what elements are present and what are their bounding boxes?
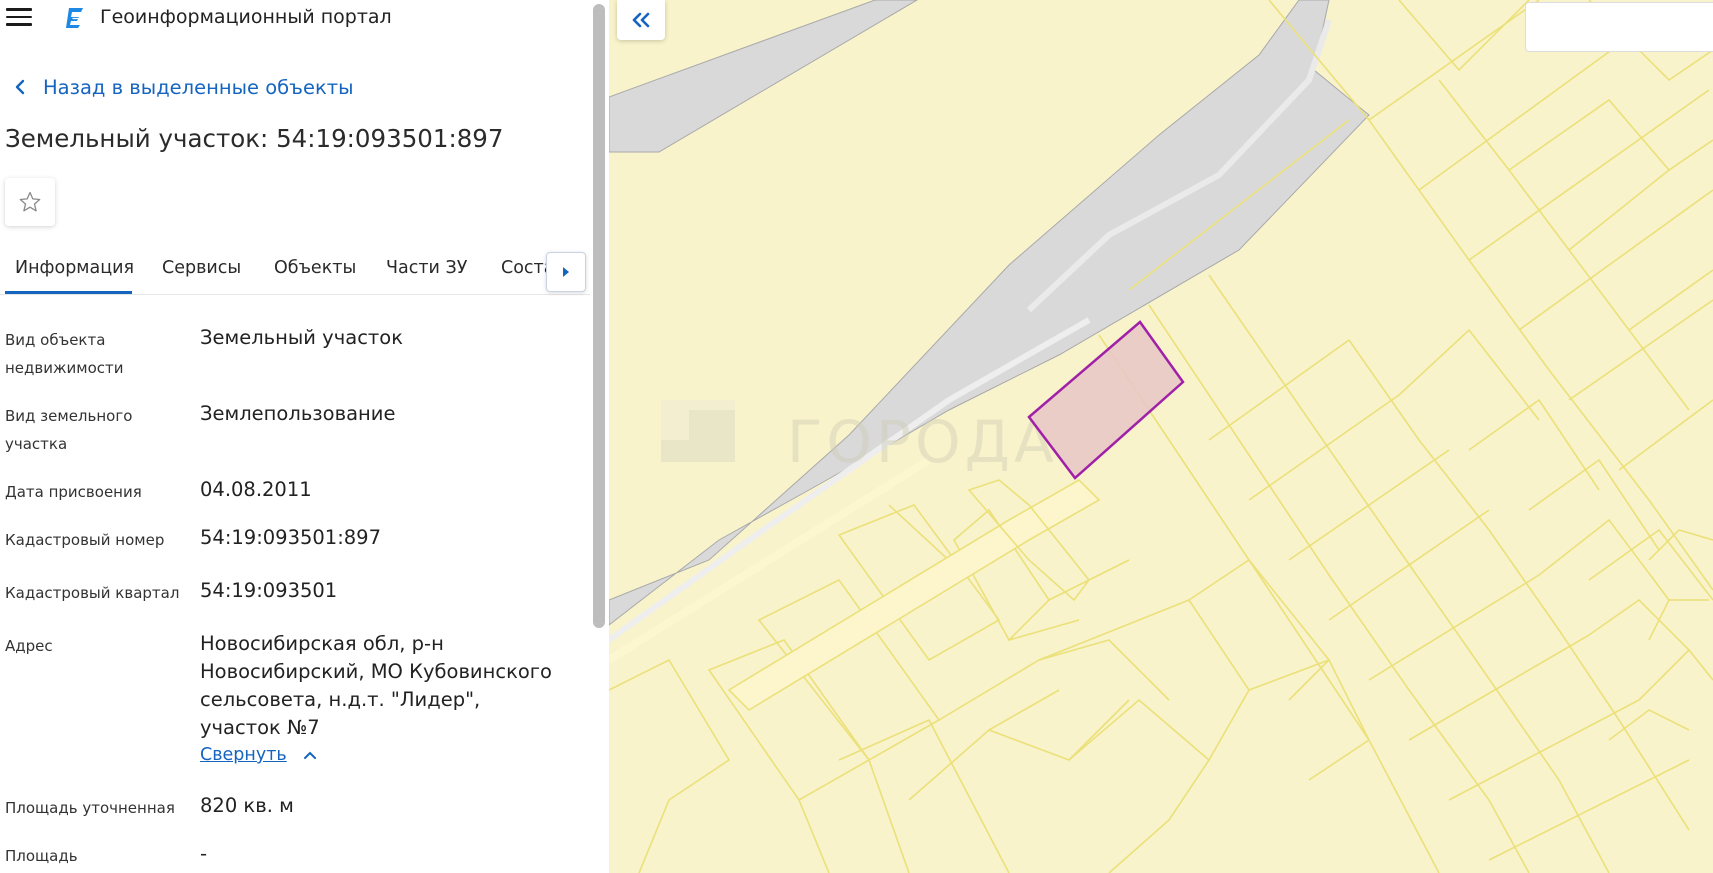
double-chevron-left-icon [632,12,650,28]
collapse-link-label: Свернуть [200,745,287,765]
collapse-link[interactable]: Свернуть [200,745,317,765]
tab-bar: Информация Сервисы Объекты Части ЗУ Сост… [0,248,590,295]
row-value-cadastral-quarter: 54:19:093501 [200,579,338,602]
row-label-assign-date: Дата присвоения [5,483,142,501]
back-link[interactable]: Назад в выделенные объекты [14,74,354,100]
tabs-scroll-right-button[interactable] [546,252,586,292]
tab-parts[interactable]: Части ЗУ [386,258,467,278]
row-label-cadastral-number: Кадастровый номер [5,531,165,549]
tab-objects[interactable]: Объекты [274,258,356,278]
star-icon [19,191,41,212]
chevron-up-icon [303,751,316,759]
row-value-land-type: Землепользование [200,402,396,425]
active-tab-indicator [5,291,132,294]
map-search-box[interactable] [1525,2,1713,52]
info-panel: Геоинформационный портал Назад в выделен… [0,0,609,873]
row-label-cadastral-quarter: Кадастровый квартал [5,584,180,602]
chevron-left-icon [15,79,25,95]
favorite-button[interactable] [5,178,55,226]
row-value-assign-date: 04.08.2011 [200,478,312,501]
row-label-land-type: Вид земельного участка [5,407,133,453]
row-value-cadastral-number: 54:19:093501:897 [200,526,381,549]
menu-icon[interactable] [6,8,32,28]
row-label-area: Площадь [5,847,78,865]
top-bar: Геоинформационный портал [0,0,590,36]
row-label-area-refined: Площадь уточненная [5,799,175,817]
portal-logo-icon [66,8,83,28]
row-value-object-type: Земельный участок [200,326,403,349]
app-title: Геоинформационный портал [100,6,392,28]
collapse-panel-button[interactable] [617,0,665,40]
watermark: ГОРОДА [661,400,1058,476]
parcel-boundaries [609,0,1713,873]
tab-information[interactable]: Информация [15,258,134,278]
back-link-label: Назад в выделенные объекты [43,75,354,99]
caret-right-icon [563,267,569,277]
watermark-text: ГОРОДА [787,408,1058,476]
map-view[interactable]: ГОРОДА [609,0,1713,873]
row-label-address: Адрес [5,637,53,655]
tab-services[interactable]: Сервисы [162,258,241,278]
row-value-area-refined: 820 кв. м [200,794,294,817]
panel-scrollbar[interactable] [593,4,605,628]
row-value-address: Новосибирская обл, р-н Новосибирский, МО… [200,632,552,739]
map-canvas[interactable]: ГОРОДА [609,0,1713,873]
row-value-area: - [200,842,208,865]
row-label-object-type: Вид объекта недвижимости [5,331,124,377]
object-title: Земельный участок: 54:19:093501:897 [5,124,504,153]
